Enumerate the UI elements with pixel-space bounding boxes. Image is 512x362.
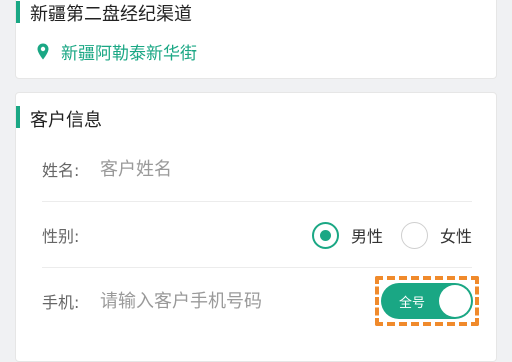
- toggle-label: 全号: [399, 296, 426, 311]
- name-label: 姓名:: [42, 161, 80, 180]
- male-label[interactable]: 男性: [351, 223, 383, 247]
- phone-label: 手机:: [42, 293, 80, 312]
- phone-input[interactable]: [100, 290, 320, 312]
- toggle-knob: [439, 285, 471, 317]
- gender-row: 性别: 男性 女性: [42, 203, 472, 268]
- female-label[interactable]: 女性: [440, 223, 472, 247]
- female-radio[interactable]: [400, 221, 428, 249]
- location-row[interactable]: 新疆阿勒泰新华街: [37, 39, 197, 64]
- title-accent-bar: [16, 106, 20, 128]
- radio-selected-dot: [319, 229, 331, 241]
- location-text[interactable]: 新疆阿勒泰新华街: [61, 39, 197, 64]
- store-card: 新疆第二盘经纪渠道 新疆阿勒泰新华街: [15, 0, 497, 79]
- gender-radio-group: 男性 女性: [311, 221, 472, 249]
- phone-row: 手机: 全号: [42, 269, 479, 333]
- name-input[interactable]: [100, 158, 320, 180]
- male-radio[interactable]: [311, 221, 339, 249]
- name-row: 姓名:: [42, 137, 472, 202]
- map-pin-icon: [37, 43, 49, 60]
- full-number-toggle[interactable]: 全号: [381, 283, 473, 319]
- toggle-highlight-box: 全号: [375, 276, 479, 326]
- customer-info-card: 客户信息 姓名: 性别: 男性 女性 手机: 全号: [15, 92, 497, 362]
- title-accent-bar: [16, 1, 20, 23]
- section-title: 客户信息: [30, 110, 102, 131]
- gender-label: 性别:: [42, 227, 80, 246]
- store-title: 新疆第二盘经纪渠道: [30, 4, 192, 25]
